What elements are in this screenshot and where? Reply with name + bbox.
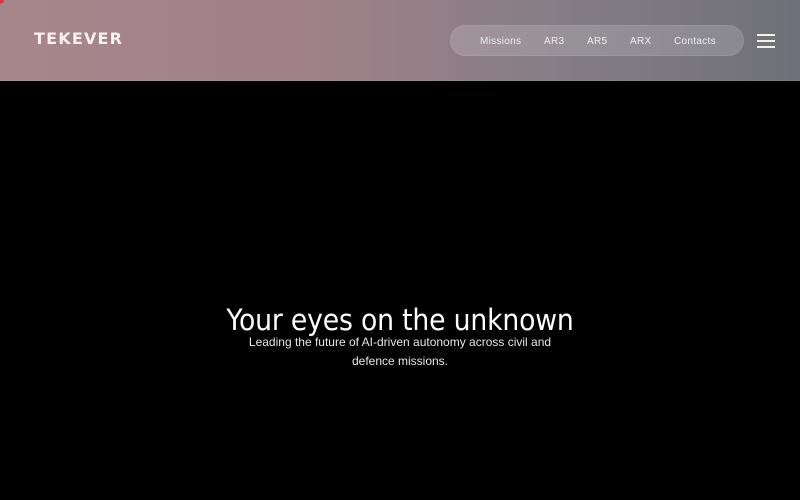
menu-bar-line	[757, 40, 775, 42]
page: TEKEVER Missions AR3 AR5 ARX Contacts Yo…	[0, 0, 800, 500]
menu-bar-line	[757, 46, 775, 48]
menu-bar-line	[757, 34, 775, 36]
nav-link-missions[interactable]: Missions	[480, 26, 521, 57]
nav-link-contacts[interactable]: Contacts	[674, 26, 716, 57]
main-navigation: Missions AR3 AR5 ARX Contacts	[450, 25, 744, 56]
nav-link-ar5[interactable]: AR5	[587, 26, 607, 57]
brand-logo[interactable]: TEKEVER	[34, 29, 123, 49]
corner-accent-dot	[0, 0, 4, 4]
hero-subtitle: Leading the future of AI-driven autonomy…	[248, 335, 552, 368]
hamburger-menu-icon[interactable]	[755, 31, 777, 49]
nav-link-ar3[interactable]: AR3	[544, 26, 564, 57]
site-header: TEKEVER Missions AR3 AR5 ARX Contacts	[0, 0, 800, 81]
hero-section: Your eyes on the unknown Leading the fut…	[0, 81, 800, 500]
nav-link-arx[interactable]: ARX	[630, 26, 651, 57]
